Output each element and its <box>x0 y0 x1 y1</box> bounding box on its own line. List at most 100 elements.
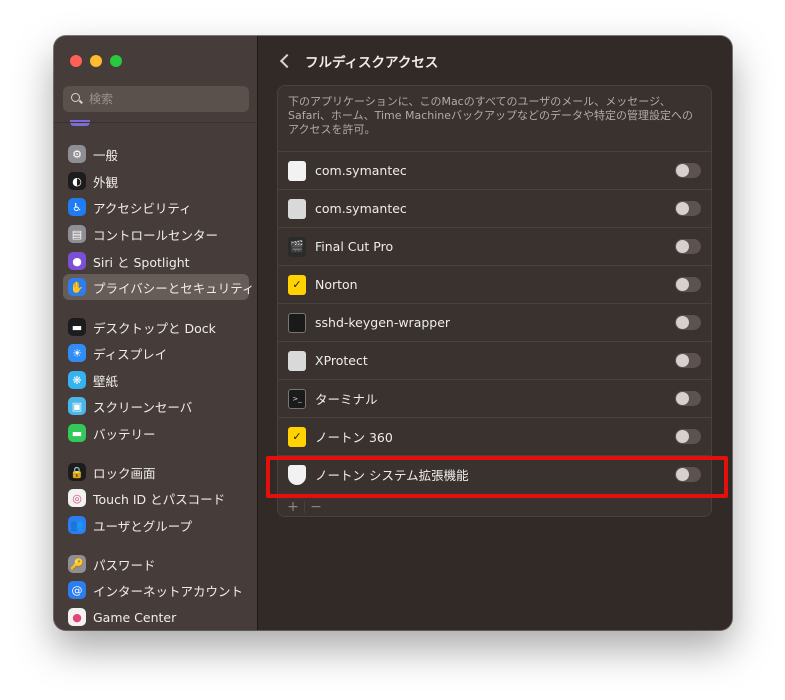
sidebar-item-5[interactable]: ✋ プライバシーとセキュリティ <box>63 274 255 300</box>
sidebar-item-label: ディスプレイ <box>93 346 168 362</box>
app-name: XProtect <box>315 353 368 368</box>
shield-icon <box>288 464 306 485</box>
scrolled-item-edge <box>70 120 90 126</box>
access-toggle[interactable] <box>675 201 701 216</box>
access-toggle[interactable] <box>675 391 701 406</box>
access-toggle[interactable] <box>675 163 701 178</box>
list-footer: + − <box>278 496 711 516</box>
app-name: Final Cut Pro <box>315 239 394 254</box>
app-row: 🎬 Final Cut Pro <box>278 227 711 265</box>
access-toggle[interactable] <box>675 277 701 292</box>
app-list-panel: 下のアプリケーションに、このMacのすべてのユーザのメール、メッセージ、Safa… <box>277 85 712 517</box>
sidebar-item-label: デスクトップと Dock <box>93 320 216 336</box>
sidebar-item-11[interactable]: 🔒 ロック画面 <box>63 459 249 485</box>
remove-app-button[interactable]: − <box>307 499 325 515</box>
sidebar-item-0[interactable]: ⚙ 一般 <box>63 141 249 167</box>
app-name: ターミナル <box>315 392 378 407</box>
sidebar-item-label: Game Center <box>93 609 177 625</box>
users-icon: 👥 <box>68 516 86 534</box>
description-text: 下のアプリケーションに、このMacのすべてのユーザのメール、メッセージ、Safa… <box>288 95 694 136</box>
footer-divider <box>304 500 305 513</box>
app-row: ✓ ノートン 360 <box>278 417 711 455</box>
sidebar-item-3[interactable]: ▤ コントロールセンター <box>63 221 249 247</box>
add-app-button[interactable]: + <box>284 499 302 515</box>
sidebar-item-label: ロック画面 <box>93 465 156 481</box>
app-row: >_ ターミナル <box>278 379 711 417</box>
display-icon: ☀ <box>68 344 86 362</box>
app-row: XProtect <box>278 341 711 379</box>
sidebar-divider <box>54 122 258 123</box>
sidebar-item-10[interactable]: ▬ バッテリー <box>63 420 249 446</box>
sidebar: ⚙ 一般 ◐ 外観 ♿ アクセシビリティ ▤ コントロールセンター ● Siri と Spotli… <box>54 36 258 630</box>
sidebar-item-12[interactable]: ◎ Touch ID とパスコード <box>63 485 249 511</box>
sidebar-item-13[interactable]: 👥 ユーザとグループ <box>63 512 249 538</box>
window-controls <box>70 55 122 67</box>
key-icon: 🔑 <box>68 555 86 573</box>
sidebar-item-15[interactable]: @ インターネットアカウント <box>63 577 249 603</box>
generic-app-icon <box>288 350 306 371</box>
accessibility-icon: ♿ <box>68 198 86 216</box>
appearance-icon: ◐ <box>68 172 86 190</box>
close-window-button[interactable] <box>70 55 82 67</box>
app-row: com.symantec <box>278 151 711 189</box>
sidebar-item-label: パスワード <box>93 557 156 573</box>
app-name: ノートン 360 <box>315 430 393 445</box>
search-box[interactable] <box>63 86 249 112</box>
sidebar-item-16[interactable]: ● Game Center <box>63 604 249 630</box>
access-toggle[interactable] <box>675 467 701 482</box>
search-icon <box>71 93 83 105</box>
sidebar-item-label: バッテリー <box>93 426 156 442</box>
zoom-window-button[interactable] <box>110 55 122 67</box>
at-icon: @ <box>68 581 86 599</box>
terminal-exec-icon <box>288 312 306 333</box>
sidebar-item-label: 壁紙 <box>93 373 119 389</box>
access-toggle[interactable] <box>675 429 701 444</box>
sidebar-item-label: アクセシビリティ <box>93 200 192 216</box>
sidebar-item-8[interactable]: ❋ 壁紙 <box>63 367 249 393</box>
app-row: ✓ Norton <box>278 265 711 303</box>
norton-icon: ✓ <box>288 426 306 447</box>
app-name: com.symantec <box>315 163 407 178</box>
back-chevron-icon[interactable] <box>277 53 293 69</box>
fingerprint-icon: ◎ <box>68 489 86 507</box>
final-cut-pro-icon: 🎬 <box>288 236 306 257</box>
sidebar-item-label: 外観 <box>93 174 119 190</box>
settings-window: ⚙ 一般 ◐ 外観 ♿ アクセシビリティ ▤ コントロールセンター ● Siri と Spotli… <box>54 36 732 630</box>
sidebar-item-2[interactable]: ♿ アクセシビリティ <box>63 194 249 220</box>
sidebar-item-label: プライバシーとセキュリティ <box>93 280 255 296</box>
generic-app-icon <box>288 198 306 219</box>
app-row: com.symantec <box>278 189 711 227</box>
access-toggle[interactable] <box>675 239 701 254</box>
minimize-window-button[interactable] <box>90 55 102 67</box>
app-name: ノートン システム拡張機能 <box>315 468 469 483</box>
access-toggle[interactable] <box>675 353 701 368</box>
sidebar-item-6[interactable]: ▬ デスクトップと Dock <box>63 314 249 340</box>
main-content: フルディスクアクセス 下のアプリケーションに、このMacのすべてのユーザのメール… <box>259 36 732 630</box>
access-toggle[interactable] <box>675 315 701 330</box>
lock-icon: 🔒 <box>68 463 86 481</box>
app-name: com.symantec <box>315 201 407 216</box>
app-name: Norton <box>315 277 358 292</box>
screensaver-icon: ▣ <box>68 397 86 415</box>
game-center-icon: ● <box>68 608 86 626</box>
sidebar-item-7[interactable]: ☀ ディスプレイ <box>63 340 249 366</box>
sidebar-item-label: スクリーンセーバ <box>93 399 193 415</box>
app-name: sshd-keygen-wrapper <box>315 315 451 330</box>
norton-icon: ✓ <box>288 274 306 295</box>
sidebar-item-label: Siri と Spotlight <box>93 254 190 270</box>
sidebar-item-label: インターネットアカウント <box>93 583 244 599</box>
gear-icon: ⚙ <box>68 145 86 163</box>
dock-icon: ▬ <box>68 318 86 336</box>
sidebar-item-label: 一般 <box>93 147 119 163</box>
sidebar-item-4[interactable]: ● Siri と Spotlight <box>63 248 249 274</box>
sidebar-item-label: コントロールセンター <box>93 227 219 243</box>
search-input[interactable] <box>89 92 239 106</box>
sidebar-item-9[interactable]: ▣ スクリーンセーバ <box>63 393 249 419</box>
privacy-hand-icon: ✋ <box>68 278 86 296</box>
sidebar-item-label: ユーザとグループ <box>93 518 193 534</box>
sidebar-item-1[interactable]: ◐ 外観 <box>63 168 249 194</box>
terminal-icon: >_ <box>288 388 306 409</box>
app-row: sshd-keygen-wrapper <box>278 303 711 341</box>
page-title: フルディスクアクセス <box>305 55 439 71</box>
sidebar-item-14[interactable]: 🔑 パスワード <box>63 551 249 577</box>
